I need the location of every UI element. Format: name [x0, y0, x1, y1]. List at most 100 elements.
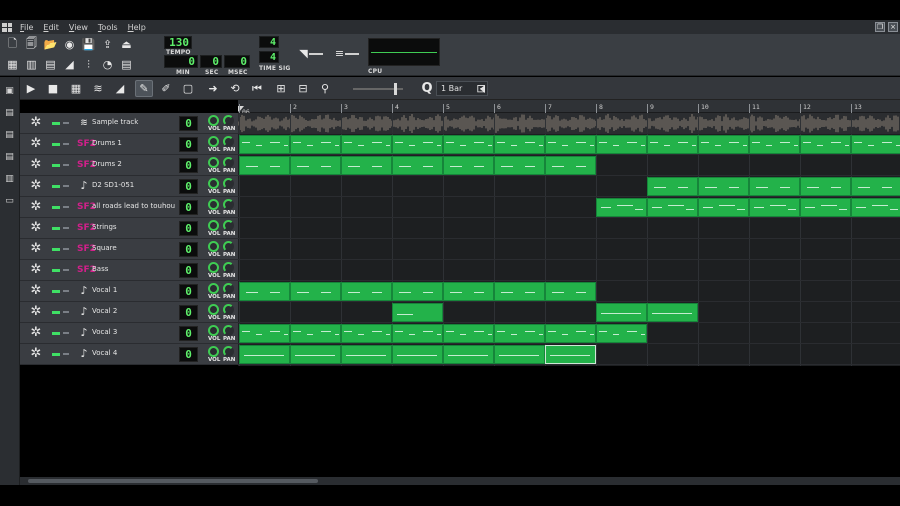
timeline[interactable]: 06 2 3 4 5 6 7 8 9 10 11 12 13 [238, 100, 900, 116]
menu-file[interactable]: File [15, 23, 38, 32]
pattern-clip[interactable] [341, 156, 392, 175]
track-row[interactable]: ✲ ♪ Vocal 2 0 VOL PAN [20, 302, 238, 323]
gear-icon[interactable]: ✲ [29, 221, 43, 235]
open-project-icon[interactable]: 📂 [43, 37, 58, 52]
mute-toggle[interactable] [52, 164, 60, 167]
sf2-player-icon[interactable]: SF2 [77, 138, 96, 150]
track-name[interactable]: Drums 1 [92, 139, 122, 147]
pattern-clip[interactable] [392, 345, 443, 364]
track-name[interactable]: Vocal 4 [92, 349, 117, 357]
track-name[interactable]: Bass [92, 265, 108, 273]
pattern-clip[interactable] [800, 177, 851, 196]
solo-toggle[interactable] [63, 353, 69, 355]
pattern-clip[interactable] [341, 324, 392, 343]
solo-toggle[interactable] [63, 227, 69, 229]
sf2-player-icon[interactable]: SF2 [77, 201, 96, 213]
track-row[interactable]: ✲ ♪ Vocal 4 0 VOL PAN [20, 344, 238, 365]
pan-knob[interactable] [223, 283, 234, 294]
horizontal-scrollbar[interactable] [20, 477, 900, 485]
track-lane[interactable] [238, 302, 900, 323]
gear-icon[interactable]: ✲ [29, 347, 43, 361]
my-presets-icon[interactable]: ▤ [4, 151, 15, 162]
project-notes-icon[interactable]: ▤ [119, 57, 134, 72]
pattern-clip[interactable] [749, 135, 800, 154]
pan-knob[interactable] [223, 262, 234, 273]
track-name[interactable]: Strings [92, 223, 117, 231]
add-beat-bassline-icon[interactable]: ▦ [67, 80, 85, 97]
track-lane[interactable] [238, 260, 900, 281]
track-row[interactable]: ✲ ♪ D2 SD1-051 0 VOL PAN [20, 176, 238, 197]
note-icon[interactable]: ♪ [77, 285, 91, 297]
track-name[interactable]: D2 SD1-051 [92, 181, 134, 189]
pattern-clip[interactable] [239, 156, 290, 175]
insert-bar-icon[interactable]: ⊞ [272, 80, 290, 97]
pattern-clip[interactable] [392, 324, 443, 343]
pattern-clip[interactable] [851, 135, 900, 154]
pattern-clip[interactable] [545, 324, 596, 343]
track-row[interactable]: ✲ SF2 Bass 0 VOL PAN [20, 260, 238, 281]
note-icon[interactable]: ♪ [77, 327, 91, 339]
mixer-icon[interactable]: ⫶ [81, 57, 96, 72]
track-row[interactable]: ✲ SF2 Drums 2 0 VOL PAN [20, 155, 238, 176]
volume-knob[interactable] [208, 199, 219, 210]
solo-toggle[interactable] [63, 164, 69, 166]
song-editor-canvas[interactable]: 06 2 3 4 5 6 7 8 9 10 11 12 13 [238, 100, 900, 366]
play-icon[interactable]: ▶ [22, 80, 40, 97]
stop-behaviour-icon[interactable]: ⏮ [248, 80, 266, 97]
note-icon[interactable]: ♪ [77, 180, 91, 192]
pattern-clip[interactable] [290, 324, 341, 343]
pattern-clip[interactable] [494, 156, 545, 175]
pattern-clip[interactable] [800, 135, 851, 154]
gear-icon[interactable]: ✲ [29, 137, 43, 151]
solo-toggle[interactable] [63, 143, 69, 145]
add-automation-track-icon[interactable]: ◢ [111, 80, 129, 97]
pattern-clip[interactable] [749, 177, 800, 196]
zoom-slider-handle[interactable] [394, 83, 397, 95]
pan-knob[interactable] [223, 346, 234, 357]
sf2-player-icon[interactable]: SF2 [77, 222, 96, 234]
menu-view[interactable]: View [64, 23, 93, 32]
pattern-clip[interactable] [239, 135, 290, 154]
pattern-clip[interactable] [647, 303, 698, 322]
pattern-clip[interactable] [341, 345, 392, 364]
solo-toggle[interactable] [63, 185, 69, 187]
my-projects-icon[interactable]: ▤ [4, 107, 15, 118]
track-lane[interactable] [238, 218, 900, 239]
restore-window-icon[interactable]: ❐ [875, 22, 885, 32]
gear-icon[interactable]: ✲ [29, 242, 43, 256]
track-row[interactable]: ✲ SF2 Drums 1 0 VOL PAN [20, 134, 238, 155]
track-name[interactable]: all roads lead to touhou [92, 202, 175, 210]
select-mode-icon[interactable]: ▢ [179, 80, 197, 97]
pattern-clip[interactable] [392, 135, 443, 154]
pattern-clip[interactable] [851, 198, 900, 217]
pattern-clip[interactable] [290, 282, 341, 301]
pattern-clip[interactable] [596, 303, 647, 322]
pattern-clip[interactable] [239, 282, 290, 301]
volume-knob[interactable] [208, 136, 219, 147]
pattern-clip[interactable] [494, 135, 545, 154]
pattern-clip[interactable] [290, 345, 341, 364]
volume-knob[interactable] [208, 325, 219, 336]
pattern-clip[interactable] [443, 282, 494, 301]
track-lane[interactable] [238, 239, 900, 260]
automation-editor-icon[interactable]: ◢ [62, 57, 77, 72]
beat-bassline-icon[interactable]: ▥ [24, 57, 39, 72]
mute-toggle[interactable] [52, 122, 60, 125]
solo-toggle[interactable] [63, 269, 69, 271]
mute-toggle[interactable] [52, 269, 60, 272]
master-pitch-slider[interactable] [345, 53, 359, 55]
solo-toggle[interactable] [63, 248, 69, 250]
export-project-icon[interactable]: ⇪ [100, 37, 115, 52]
mute-toggle[interactable] [52, 332, 60, 335]
pattern-clip[interactable] [749, 198, 800, 217]
pattern-clip[interactable] [698, 198, 749, 217]
pan-knob[interactable] [223, 325, 234, 336]
auto-scroll-icon[interactable]: ➜ [204, 80, 222, 97]
draw-mode-icon[interactable]: ✎ [135, 80, 153, 97]
volume-knob[interactable] [208, 241, 219, 252]
track-row[interactable]: ✲ SF2 all roads lead to touhou 0 VOL PAN [20, 197, 238, 218]
time-sig-numerator[interactable]: 4 [259, 36, 279, 48]
pattern-clip[interactable] [290, 156, 341, 175]
track-lane[interactable] [238, 113, 900, 134]
pan-knob[interactable] [223, 304, 234, 315]
